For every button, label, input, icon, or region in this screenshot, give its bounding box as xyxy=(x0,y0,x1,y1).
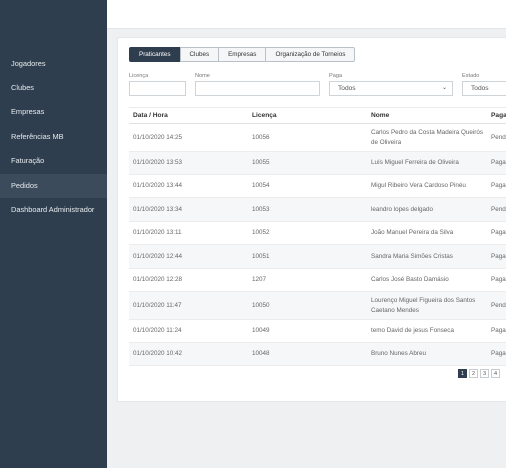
row-nome: temo David de jesus Fonseca xyxy=(371,327,454,334)
row-date: 01/10/2020 13:34 xyxy=(133,206,183,213)
row-licenca: 10053 xyxy=(252,206,270,213)
row-nome: Lourenço Miguel Figueira dos Santos Caet… xyxy=(371,297,476,314)
table-header: Data / Hora Licença Nome Paga xyxy=(129,107,506,124)
table-row[interactable]: 01/10/2020 13:44 10054 Migul Ribeiro Ver… xyxy=(129,175,506,198)
row-licenca: 10050 xyxy=(252,302,270,309)
header-paga[interactable]: Paga xyxy=(491,108,506,124)
paga-filter-value: Todos xyxy=(338,85,356,92)
header-data-hora[interactable]: Data / Hora xyxy=(133,108,168,124)
row-date: 01/10/2020 13:44 xyxy=(133,182,183,189)
sidebar-item-jogadores[interactable]: Jogadores xyxy=(0,52,107,76)
page-1-button[interactable]: 1 xyxy=(458,369,467,378)
sidebar-item-faturacao[interactable]: Faturação xyxy=(0,149,107,173)
row-date: 01/10/2020 12:44 xyxy=(133,253,183,260)
table-row[interactable]: 01/10/2020 13:34 10053 leandro lopes del… xyxy=(129,198,506,222)
row-nome: leandro lopes delgado xyxy=(371,206,433,213)
top-bar xyxy=(107,0,506,29)
nome-filter-input[interactable] xyxy=(195,81,320,96)
row-paga: Paga xyxy=(491,253,506,260)
tab-organizacao-de-torneios[interactable]: Organização de Torneios xyxy=(265,47,356,62)
pagination: 1 2 3 4 xyxy=(458,369,500,378)
sidebar-item-referencias-mb[interactable]: Referências MB xyxy=(0,125,107,149)
row-paga: Pend xyxy=(491,206,506,213)
row-nome: Luís Miguel Ferreira de Oliveira xyxy=(371,159,459,166)
table-row[interactable]: 01/10/2020 14:25 10056 Carlos Pedro da C… xyxy=(129,124,506,152)
row-licenca: 10048 xyxy=(252,350,270,357)
row-nome: Bruno Nunes Abreu xyxy=(371,350,426,357)
row-date: 01/10/2020 11:47 xyxy=(133,302,182,309)
table-row[interactable]: 01/10/2020 11:47 10050 Lourenço Miguel F… xyxy=(129,292,506,320)
row-nome: Carlos José Basto Damásio xyxy=(371,276,449,283)
row-paga: Pend xyxy=(491,134,506,141)
table-row[interactable]: 01/10/2020 13:11 10052 João Manuel Perei… xyxy=(129,222,506,245)
row-licenca: 10055 xyxy=(252,159,270,166)
row-licenca: 10052 xyxy=(252,229,270,236)
sidebar-item-clubes[interactable]: Clubes xyxy=(0,76,107,100)
table-row[interactable]: 01/10/2020 11:24 10049 temo David de jes… xyxy=(129,320,506,343)
row-date: 01/10/2020 13:11 xyxy=(133,229,182,236)
page-4-button[interactable]: 4 xyxy=(491,369,500,378)
header-licenca[interactable]: Licença xyxy=(252,108,277,124)
header-nome[interactable]: Nome xyxy=(371,108,389,124)
row-licenca: 10049 xyxy=(252,327,270,334)
table-row[interactable]: 01/10/2020 12:28 1207 Carlos José Basto … xyxy=(129,269,506,292)
paga-filter-select[interactable]: Todos ⌄ xyxy=(329,81,453,96)
row-paga: Paga xyxy=(491,350,506,357)
table-row[interactable]: 01/10/2020 13:53 10055 Luís Miguel Ferre… xyxy=(129,152,506,175)
row-paga: Paga xyxy=(491,229,506,236)
tab-bar: Praticantes Clubes Empresas Organização … xyxy=(129,47,356,62)
sidebar-item-empresas[interactable]: Empresas xyxy=(0,100,107,124)
page-3-button[interactable]: 3 xyxy=(480,369,489,378)
page-2-button[interactable]: 2 xyxy=(469,369,478,378)
licenca-filter-label: Licença xyxy=(129,73,149,79)
row-date: 01/10/2020 10:42 xyxy=(133,350,183,357)
tab-empresas[interactable]: Empresas xyxy=(218,47,267,62)
estado-filter-value: Todos xyxy=(471,85,489,92)
chevron-down-icon: ⌄ xyxy=(441,85,447,91)
row-date: 01/10/2020 11:24 xyxy=(133,327,182,334)
sidebar: Jogadores Clubes Empresas Referências MB… xyxy=(0,0,107,468)
row-licenca: 10054 xyxy=(252,182,270,189)
row-date: 01/10/2020 12:28 xyxy=(133,276,183,283)
row-paga: Paga xyxy=(491,327,506,334)
estado-filter-label: Estado xyxy=(462,73,480,79)
row-nome: João Manuel Pereira da Silva xyxy=(371,229,454,236)
row-nome: Sandra Maria Simões Cristas xyxy=(371,253,453,260)
sidebar-item-pedidos[interactable]: Pedidos xyxy=(0,174,107,198)
requests-panel: Praticantes Clubes Empresas Organização … xyxy=(117,37,506,402)
row-licenca: 1207 xyxy=(252,276,267,283)
row-paga: Paga xyxy=(491,276,506,283)
row-date: 01/10/2020 13:53 xyxy=(133,159,183,166)
estado-filter-select[interactable]: Todos xyxy=(462,81,506,96)
table-row[interactable]: 01/10/2020 10:42 10048 Bruno Nunes Abreu… xyxy=(129,343,506,366)
licenca-filter-input[interactable] xyxy=(129,81,186,96)
nome-filter-label: Nome xyxy=(195,73,210,79)
paga-filter-label: Paga xyxy=(329,73,343,79)
row-paga: Pend xyxy=(491,302,506,309)
row-licenca: 10051 xyxy=(252,253,270,260)
tab-clubes[interactable]: Clubes xyxy=(179,47,220,62)
tab-praticantes[interactable]: Praticantes xyxy=(129,47,181,62)
row-paga: Paga xyxy=(491,159,506,166)
row-nome: Migul Ribeiro Vera Cardoso Pinéu xyxy=(371,182,466,189)
table-row[interactable]: 01/10/2020 12:44 10051 Sandra Maria Simõ… xyxy=(129,245,506,269)
sidebar-item-dashboard-administrador[interactable]: Dashboard Administrador xyxy=(0,198,107,222)
row-nome: Carlos Pedro da Costa Madeira Queirós de… xyxy=(371,129,483,146)
row-paga: Paga xyxy=(491,182,506,189)
row-licenca: 10056 xyxy=(252,134,270,141)
row-date: 01/10/2020 14:25 xyxy=(133,134,183,141)
